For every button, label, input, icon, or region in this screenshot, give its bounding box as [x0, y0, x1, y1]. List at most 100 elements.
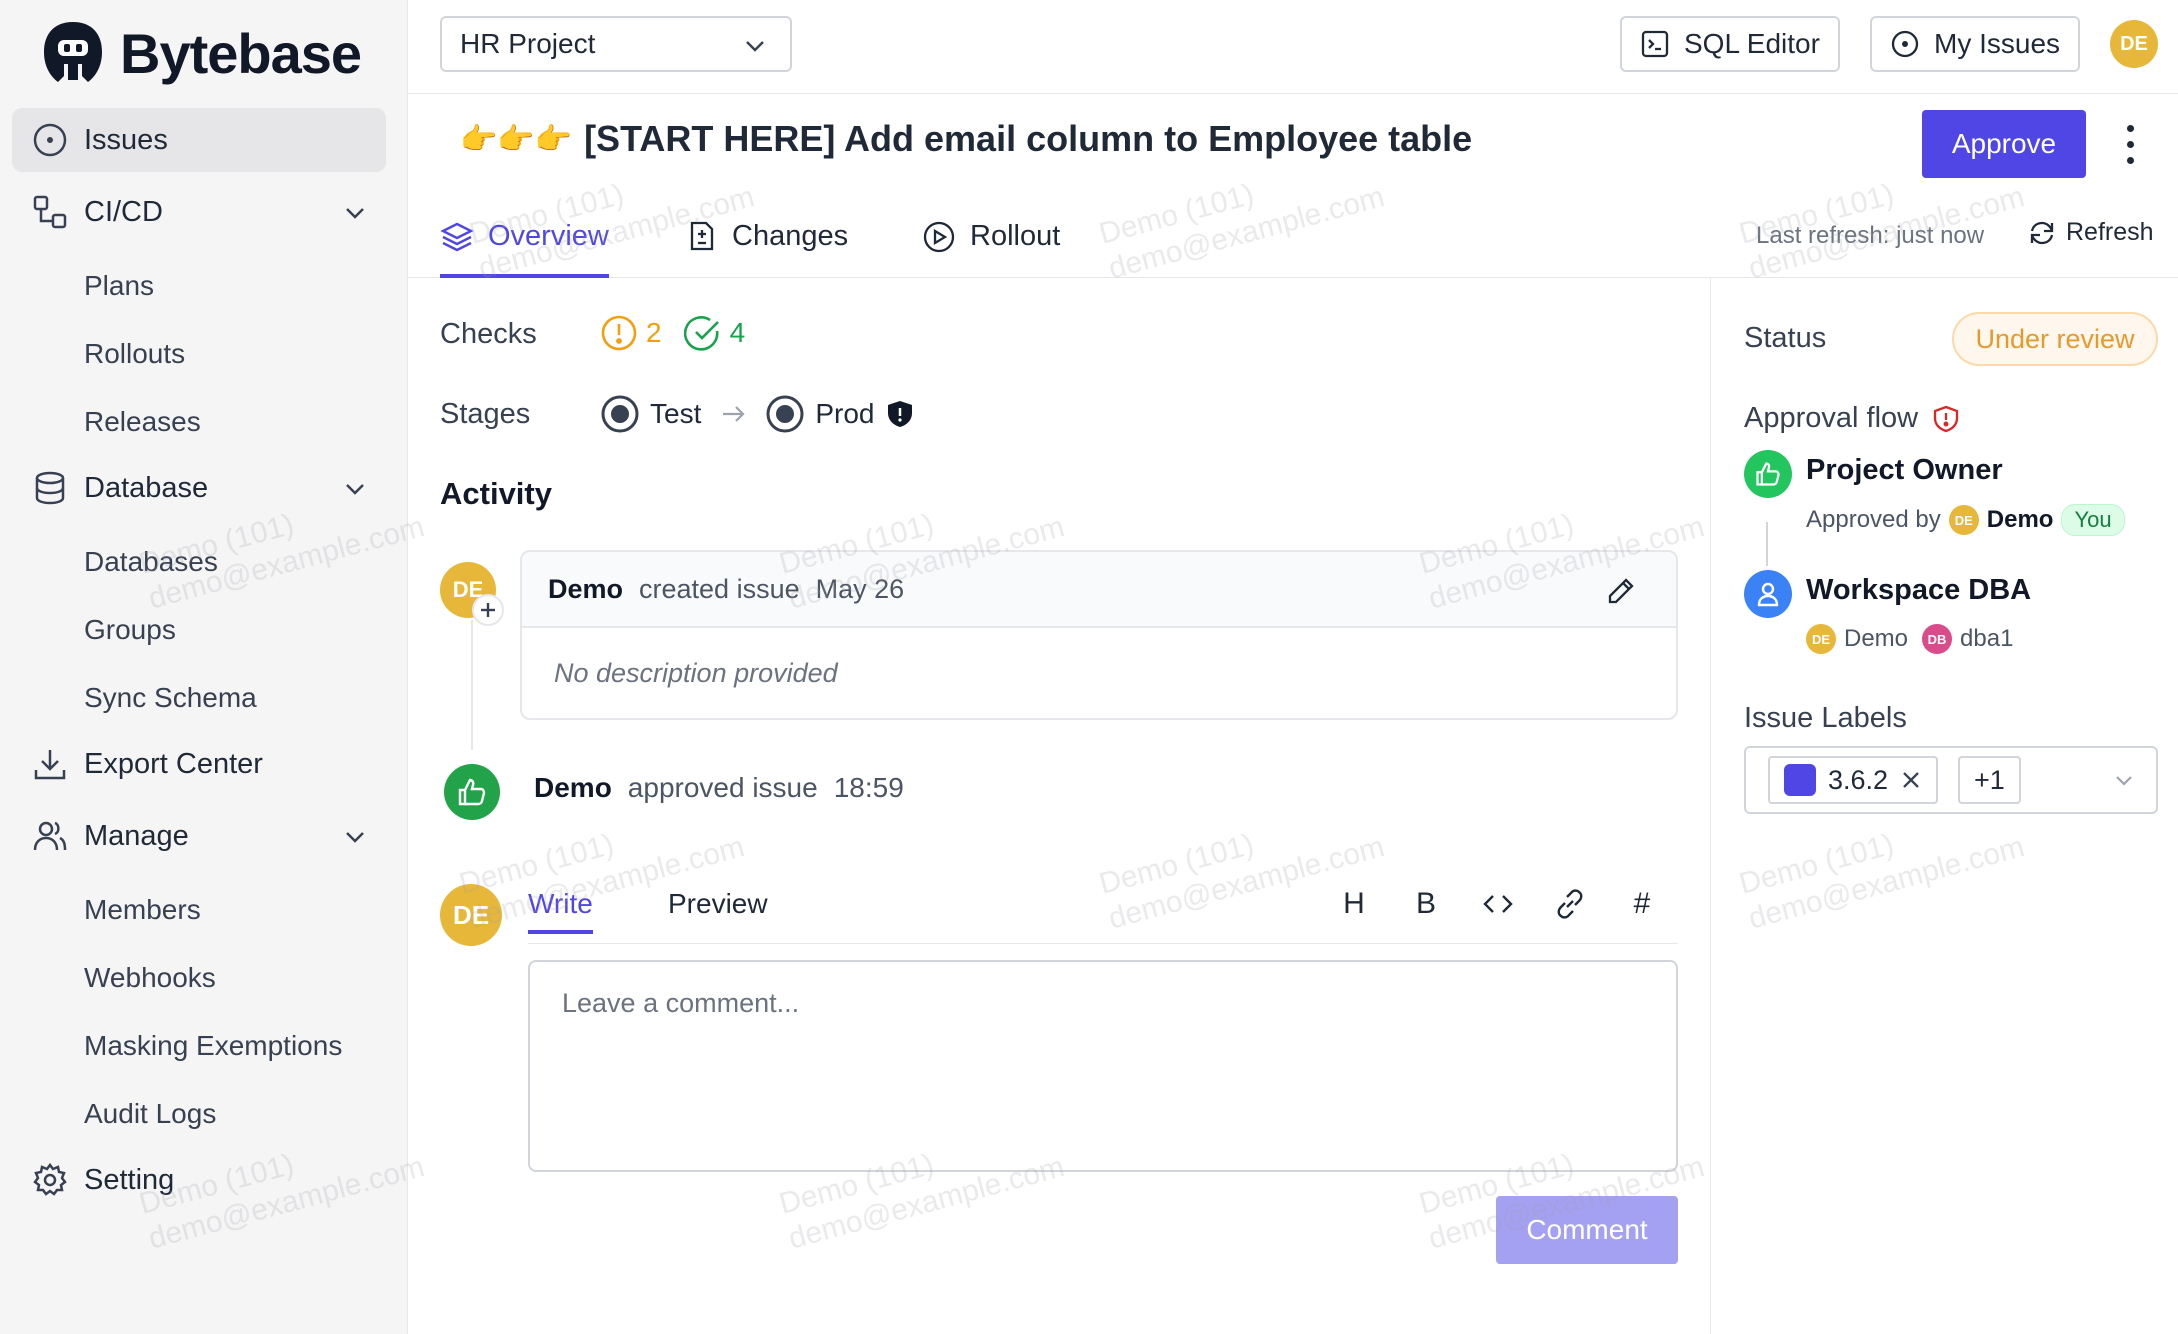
thumbs-up-icon [1744, 450, 1792, 498]
sidebar-item-audit-logs[interactable]: Audit Logs [12, 1080, 386, 1148]
issue-labels-select[interactable]: 3.6.2 +1 [1744, 746, 2158, 814]
brand-name: Bytebase [120, 21, 362, 85]
sidebar-item-export-center[interactable]: Export Center [12, 732, 386, 796]
sidebar-item-setting[interactable]: Setting [12, 1148, 386, 1212]
sidebar-item-rollouts[interactable]: Rollouts [12, 320, 386, 388]
hashtag-icon[interactable]: # [1622, 884, 1662, 924]
chevron-down-icon [746, 41, 764, 52]
sidebar-item-webhooks[interactable]: Webhooks [12, 944, 386, 1012]
sql-editor-button[interactable]: SQL Editor [1620, 16, 1840, 72]
checks-label: Checks [440, 318, 537, 350]
top-bar: HR Project SQL Editor My Issues DE [408, 0, 2178, 94]
approval-flow-line [1766, 522, 1768, 566]
issue-title-text[interactable]: [START HERE] Add email column to Employe… [584, 118, 1472, 160]
chevron-down-icon[interactable] [342, 200, 368, 226]
sidebar-item-label: Issues [84, 123, 168, 156]
shield-alert-icon[interactable] [1932, 405, 1960, 433]
description-text: No description provided [554, 658, 838, 688]
checks-success[interactable]: 4 [683, 314, 746, 352]
sidebar-item-manage[interactable]: Manage [12, 804, 386, 868]
sidebar-item-sync-schema[interactable]: Sync Schema [12, 664, 386, 732]
sidebar-item-masking-exemptions[interactable]: Masking Exemptions [12, 1012, 386, 1080]
sidebar-item-database[interactable]: Database [12, 456, 386, 520]
checks-warning[interactable]: 2 [600, 314, 662, 352]
editor-tabs: Write Preview H B # [528, 870, 1678, 944]
candidate-name[interactable]: Demo [1844, 625, 1908, 653]
arrow-right-icon [723, 406, 745, 422]
warning-circle-icon [601, 315, 637, 351]
file-diff-icon [690, 221, 714, 251]
plus-icon [472, 594, 504, 626]
activity-actor[interactable]: Demo [548, 574, 623, 605]
pencil-icon[interactable] [1606, 576, 1636, 606]
sidebar-item-label: Setting [84, 1163, 175, 1196]
tab-rollout[interactable]: Rollout [922, 214, 1060, 278]
candidate-avatar: DE [1806, 624, 1836, 654]
download-icon [30, 744, 70, 784]
candidate-name[interactable]: dba1 [1960, 625, 2013, 653]
approval-step-workspace-dba: Workspace DBA DE Demo DB dba1 [1744, 570, 2031, 654]
stage-test[interactable]: Test [600, 394, 701, 434]
approver-name[interactable]: Demo [1987, 506, 2054, 534]
play-circle-icon [923, 221, 955, 253]
comment-button[interactable]: Comment [1496, 1196, 1678, 1264]
sidebar: Bytebase Issues CI/CD Plans Rollouts Rel… [0, 0, 408, 1334]
status-badge: Under review [1952, 312, 2158, 366]
tab-changes[interactable]: Changes [686, 214, 848, 278]
layers-icon [440, 222, 474, 252]
brand[interactable]: Bytebase [38, 18, 362, 88]
comment-input[interactable]: Leave a comment... [528, 960, 1678, 1172]
tab-overview[interactable]: Overview [440, 214, 609, 278]
shield-icon [887, 401, 912, 427]
user-avatar[interactable]: DE [2110, 20, 2158, 68]
more-options-icon[interactable] [2118, 120, 2142, 168]
chevron-down-icon [2116, 776, 2132, 786]
code-icon[interactable] [1478, 884, 1518, 924]
label-tag: 3.6.2 [1768, 756, 1939, 804]
my-issues-button[interactable]: My Issues [1870, 16, 2081, 72]
label-tag-text: 3.6.2 [1828, 764, 1889, 795]
issue-title-emoji: 👉👉👉 [460, 122, 573, 156]
chevron-down-icon[interactable] [342, 824, 368, 850]
checks-summary: 2 4 [600, 314, 745, 352]
labels-more-tag: +1 [1958, 756, 2021, 804]
approve-button[interactable]: Approve [1922, 110, 2086, 178]
refresh-button[interactable]: Refresh [2028, 218, 2154, 247]
timeline-line [471, 620, 473, 750]
sidebar-item-groups[interactable]: Groups [12, 596, 386, 664]
approver-avatar: DE [1948, 505, 1979, 535]
activity-actor[interactable]: Demo [534, 772, 612, 804]
chevron-down-icon[interactable] [342, 476, 368, 502]
sidebar-item-cicd[interactable]: CI/CD [12, 180, 386, 244]
tab-preview[interactable]: Preview [668, 888, 768, 920]
sidebar-item-issues[interactable]: Issues [12, 108, 386, 172]
tab-label: Overview [488, 220, 609, 252]
users-icon [30, 816, 70, 856]
stage-label: Prod [815, 398, 875, 429]
sidebar-item-label: Export Center [84, 747, 263, 780]
my-issues-label: My Issues [1934, 28, 2061, 59]
link-icon[interactable] [1550, 884, 1590, 924]
stage-prod[interactable]: Prod [765, 394, 914, 434]
bold-icon[interactable]: B [1406, 884, 1446, 924]
sidebar-item-releases[interactable]: Releases [12, 388, 386, 456]
radio-dot-icon [601, 395, 639, 433]
workflow-icon [30, 192, 70, 232]
refresh-label: Refresh [2066, 218, 2154, 246]
heading-icon[interactable]: H [1334, 884, 1374, 924]
project-select[interactable]: HR Project [440, 16, 792, 72]
thumbs-up-icon [444, 764, 500, 820]
approval-flow-header: Approval flow [1744, 402, 1960, 435]
sidebar-item-databases[interactable]: Databases [12, 528, 386, 596]
approved-activity: Demo approved issue 18:59 [534, 772, 904, 804]
close-icon[interactable] [1900, 769, 1922, 791]
sidebar-item-members[interactable]: Members [12, 876, 386, 944]
bytebase-logo-icon [44, 22, 102, 82]
stage-label: Test [650, 398, 702, 429]
tab-write[interactable]: Write [528, 888, 593, 934]
watermark: Demo (101) demo@example.com [1735, 827, 2028, 936]
candidate-avatar: DB [1922, 624, 1953, 654]
checks-success-count: 4 [729, 317, 746, 348]
refresh-icon [2030, 221, 2054, 244]
sidebar-item-plans[interactable]: Plans [12, 252, 386, 320]
